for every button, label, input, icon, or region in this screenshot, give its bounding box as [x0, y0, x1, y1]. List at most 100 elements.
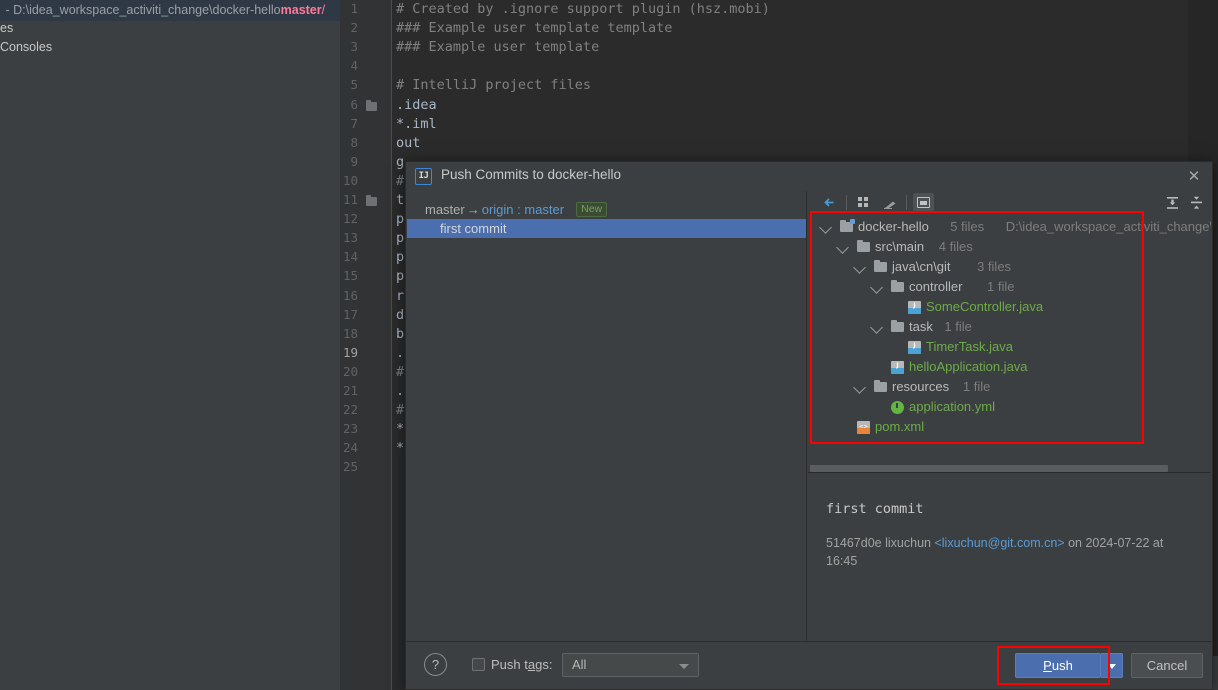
- branch-mapping-row[interactable]: master → origin : master New: [407, 200, 806, 219]
- code-line: p: [396, 268, 405, 285]
- line-number: 11: [342, 192, 358, 207]
- tree-node-label: SomeController.java: [926, 299, 1044, 314]
- tree-node[interactable]: SomeController.java: [808, 296, 1211, 317]
- folder-icon[interactable]: [366, 99, 377, 111]
- code-line: r: [396, 287, 405, 304]
- remote-branch-label[interactable]: origin : master: [482, 202, 564, 217]
- tree-node-file-count: 4 files: [938, 239, 973, 254]
- push-tags-mnemonic: a: [527, 657, 536, 672]
- edit-source-icon[interactable]: [880, 193, 901, 212]
- tree-node[interactable]: task 1 file: [808, 317, 1211, 337]
- code-line: t: [396, 192, 405, 208]
- line-number: 18: [342, 325, 358, 341]
- tree-node-file-count: 3 files: [977, 259, 1012, 274]
- chevron-down-icon[interactable]: [853, 381, 866, 394]
- collapse-all-glyph: [1191, 196, 1202, 209]
- tree-node[interactable]: java\cn\git 3 files: [808, 257, 1211, 277]
- editor-gutter[interactable]: 1 2 3 4 5 6 7 8 9 10 11 12 13 14 15 16 17 18 19 20 21 22 23 24 2…: [340, 0, 392, 690]
- line-number: 13: [342, 230, 358, 246]
- tree-node[interactable]: TimerTask.java: [808, 336, 1211, 357]
- folder-icon: [857, 239, 870, 252]
- code-line: *: [396, 440, 405, 457]
- preview-diff-icon[interactable]: [913, 193, 934, 212]
- chevron-down-icon[interactable]: [819, 221, 832, 234]
- push-dropdown-button[interactable]: [1101, 653, 1123, 678]
- commit-list-pane: master → origin : master New first commit: [407, 191, 807, 641]
- code-line: #: [396, 363, 405, 380]
- changed-files-tree[interactable]: docker-hello 5 files D:\idea_workspace_act…: [808, 214, 1211, 464]
- toolbar-separator-2: [906, 195, 907, 210]
- push-label-rest: ush: [1051, 658, 1073, 673]
- intellij-icon: IJ: [415, 168, 432, 185]
- commit-list-item[interactable]: first commit: [407, 219, 806, 238]
- go-to-change-icon[interactable]: [819, 193, 840, 212]
- arrow-left-glyph: [824, 198, 834, 207]
- line-number: 25: [342, 459, 358, 475]
- code-line: .: [396, 344, 405, 361]
- line-number: 20: [342, 363, 358, 379]
- expand-all-glyph: [1167, 197, 1178, 209]
- tree-horizontal-scrollbar[interactable]: [808, 464, 1211, 473]
- help-button[interactable]: ?: [424, 653, 447, 676]
- tree-node-label: application.yml: [909, 399, 995, 414]
- folder-icon: [874, 379, 887, 392]
- tree-node[interactable]: controller 1 file: [808, 277, 1211, 297]
- tree-node-label: docker-hello: [858, 219, 929, 234]
- chevron-down-icon[interactable]: [836, 241, 849, 254]
- local-branch-label: master: [425, 202, 465, 217]
- push-tags-label: Push tags:: [491, 657, 552, 672]
- line-number: 6: [350, 96, 358, 112]
- line-number: 9: [350, 153, 358, 169]
- close-icon[interactable]: ✕: [1184, 167, 1204, 187]
- commit-on-word: on: [1068, 536, 1082, 550]
- scrollbar-thumb[interactable]: [810, 465, 1168, 472]
- tree-node-label: helloApplication.java: [909, 359, 1028, 374]
- tree-node-file-count: 1 file: [987, 279, 1015, 294]
- expand-all-icon[interactable]: [1162, 193, 1183, 212]
- code-line: ### Example user template template: [396, 20, 673, 37]
- tree-node[interactable]: src\main 4 files: [808, 237, 1211, 257]
- line-number: 1: [350, 1, 358, 16]
- cancel-button[interactable]: Cancel: [1131, 653, 1203, 678]
- chevron-down-icon[interactable]: [853, 261, 866, 274]
- grid-glyph: [858, 197, 871, 209]
- tree-node-label: controller: [909, 279, 963, 294]
- commit-date: 2024-07-22: [1085, 536, 1150, 550]
- push-tags-checkbox[interactable]: [472, 658, 485, 671]
- tree-node[interactable]: docker-hello 5 files D:\idea_workspace_act…: [808, 217, 1211, 237]
- line-number: 24: [342, 440, 358, 456]
- pencil-glyph: [884, 201, 896, 209]
- project-row-1[interactable]: es: [0, 21, 13, 35]
- line-number: 21: [342, 383, 358, 398]
- push-tags-label-pre: Push t: [491, 657, 528, 672]
- tree-node[interactable]: application.yml: [808, 397, 1211, 417]
- xml-file-icon: [857, 417, 870, 437]
- line-number: 4: [350, 58, 358, 74]
- tree-node[interactable]: resources 1 file: [808, 377, 1211, 397]
- yml-file-icon: [891, 401, 904, 414]
- commit-at-word: at: [1152, 536, 1164, 550]
- tree-node[interactable]: pom.xml: [808, 417, 1211, 437]
- line-number: 22: [342, 402, 358, 418]
- java-file-icon: [908, 336, 921, 356]
- folder-icon[interactable]: [366, 195, 377, 206]
- tree-toolbar: [808, 191, 1211, 214]
- commit-email[interactable]: <lixuchun@git.com.cn>: [934, 536, 1064, 550]
- push-button[interactable]: Push: [1015, 653, 1101, 678]
- chevron-down-icon[interactable]: [870, 321, 883, 334]
- push-mnemonic: P: [1043, 658, 1052, 673]
- tree-node-file-count: 1 file: [944, 319, 972, 334]
- tree-node[interactable]: helloApplication.java: [808, 356, 1211, 377]
- folder-icon: [891, 319, 904, 332]
- window-glyph: [917, 197, 930, 208]
- dialog-title-bar: IJ Push Commits to docker-hello ✕: [406, 162, 1212, 191]
- line-number: 14: [342, 249, 358, 265]
- collapse-all-icon[interactable]: [1186, 193, 1207, 212]
- line-number: 2: [350, 20, 358, 36]
- commit-hash: 51467d0e: [826, 536, 882, 550]
- code-line: #: [396, 402, 405, 419]
- push-tags-select[interactable]: All: [562, 653, 699, 677]
- group-by-icon[interactable]: [854, 193, 875, 212]
- chevron-down-icon[interactable]: [870, 281, 883, 294]
- project-row-2[interactable]: Consoles: [0, 40, 52, 54]
